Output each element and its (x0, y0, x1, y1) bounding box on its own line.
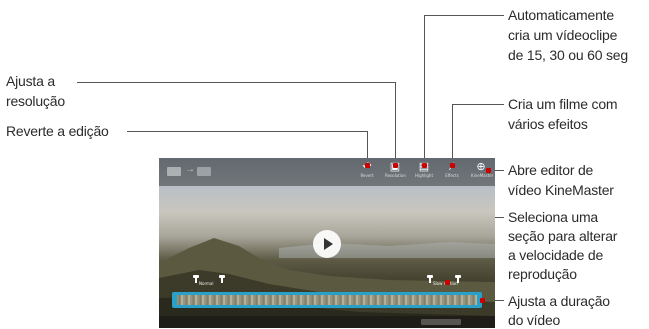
bottom-bar (159, 316, 495, 328)
auto-clip-text-3: de 15, 30 ou 60 seg (508, 47, 628, 63)
kinemaster-label: KineMaster (471, 173, 494, 178)
auto-clip-text-1: Automaticamente (508, 7, 614, 23)
marker-revert (365, 163, 370, 168)
marker-effects (450, 163, 455, 168)
redo-arrow-icon[interactable]: → (185, 164, 195, 175)
leader-revert-h (127, 131, 368, 132)
revert-label: Revert (360, 173, 374, 178)
auto-clip-text-2: cria um vídeoclipe (508, 27, 618, 43)
leader-resolution-h (77, 82, 395, 83)
bottom-control[interactable] (421, 319, 461, 325)
speed-text-3: a velocidade de (508, 247, 604, 263)
duration-text-1: Ajusta a duração (508, 293, 610, 309)
speed-text-4: reprodução (508, 266, 577, 282)
kinemaster-text-2: vídeo KineMaster (508, 182, 614, 198)
resolution-text-2: resolução (6, 93, 65, 109)
play-button[interactable] (313, 230, 341, 258)
leader-auto-clip-v (424, 15, 425, 165)
speed-label-normal: Normal (199, 281, 214, 286)
duration-text-2: do vídeo (508, 312, 561, 328)
speed-text-2: seção para alterar (508, 228, 618, 244)
leader-resolution-v (395, 82, 396, 165)
effects-label: Effects (445, 173, 459, 178)
slowmo-handle-left[interactable] (427, 275, 433, 283)
speed-handle-mid[interactable] (219, 275, 225, 283)
trim-bar[interactable] (172, 292, 482, 308)
revert-text: Reverte a edição (6, 123, 109, 139)
marker-auto-clip (422, 163, 427, 168)
marker-speed (445, 280, 450, 285)
speed-section-bar[interactable]: Normal Slow motion (171, 275, 483, 286)
highlight-label: Highlight (414, 173, 434, 178)
marker-resolution (393, 163, 398, 168)
leader-auto-clip-h (424, 15, 504, 16)
save-button[interactable] (197, 167, 211, 176)
marker-kinemaster (486, 168, 491, 173)
frame-thumbnails (177, 295, 477, 305)
leader-effects-v (452, 104, 453, 165)
speed-handle-left[interactable] (193, 275, 199, 283)
back-button[interactable] (167, 167, 181, 176)
effects-text-1: Cria um filme com (508, 96, 618, 112)
marker-duration (480, 298, 485, 303)
resolution-label: Resolution (385, 173, 406, 178)
leader-effects-h (452, 104, 504, 105)
resolution-text-1: Ajusta a (6, 73, 55, 89)
effects-text-2: vários efeitos (508, 116, 588, 132)
kinemaster-text-1: Abre editor de (508, 162, 594, 178)
speed-text-1: Seleciona uma (508, 209, 599, 225)
video-editor-screen: → ↶ Revert ▣ Resolution ▤ Highlight ⁄ Ef… (159, 158, 495, 328)
editor-toolbar: → ↶ Revert ▣ Resolution ▤ Highlight ⁄ Ef… (159, 158, 495, 186)
